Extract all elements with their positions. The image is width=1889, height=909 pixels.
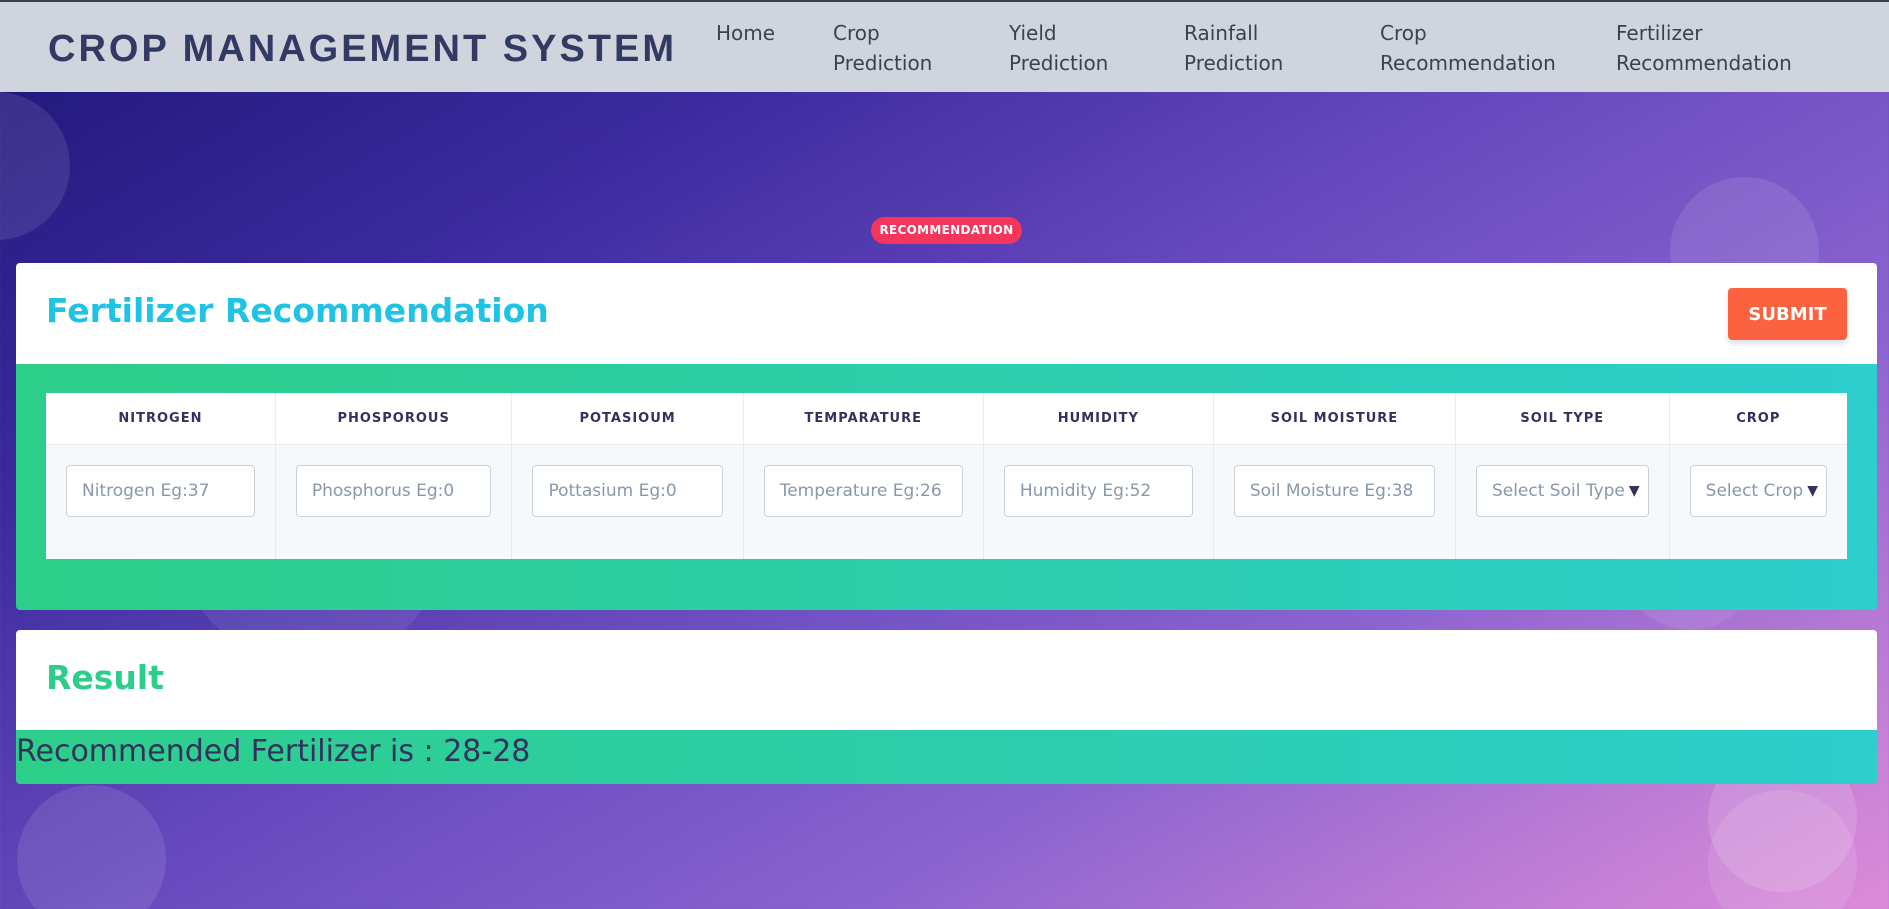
column-header-potassium: POTASIOUM [511,393,744,445]
table-cell: Phosphorus Eg:0 [275,444,513,559]
nav-crop-recommendation[interactable]: Crop Recommendation [1380,18,1556,78]
nav-label: Prediction [833,51,933,75]
nav-label: Recommendation [1380,51,1556,75]
nav-label: Yield [1009,21,1057,45]
column-header-humidity: HUMIDITY [983,393,1214,445]
table-cell: Select Soil Type ▼ [1455,444,1670,559]
result-title: Result [46,658,165,697]
table-cell: Humidity Eg:52 [983,444,1214,559]
nav-label: Rainfall [1184,21,1259,45]
temperature-input[interactable]: Temperature Eg:26 [763,464,963,517]
soil-moisture-input[interactable]: Soil Moisture Eg:38 [1233,464,1435,517]
input-table: NITROGEN PHOSPOROUS POTASIOUM TEMPARATUR… [46,393,1847,559]
decorative-circle [0,92,70,240]
crop-select-value: Select Crop [1705,480,1804,501]
form-card-header: Fertilizer Recommendation SUBMIT [16,263,1877,364]
crop-select[interactable]: Select Crop ▼ [1689,464,1827,517]
result-card-body: Recommended Fertilizer is : 28-28 [16,730,1877,784]
table-cell: Soil Moisture Eg:38 [1213,444,1456,559]
potassium-input[interactable]: Pottasium Eg:0 [532,464,723,517]
nav-label: Crop [1380,21,1427,45]
table-header-row: NITROGEN PHOSPOROUS POTASIOUM TEMPARATUR… [46,393,1847,445]
table-row: Nitrogen Eg:37 Phosphorus Eg:0 Pottasium… [46,444,1847,559]
column-header-soil-moisture: SOIL MOISTURE [1213,393,1456,445]
table-cell: Pottasium Eg:0 [511,444,744,559]
page-title: Fertilizer Recommendation [46,291,549,330]
soil-type-select[interactable]: Select Soil Type ▼ [1475,464,1649,517]
submit-button[interactable]: SUBMIT [1728,288,1847,340]
nav-label: Recommendation [1616,51,1792,75]
table-cell: Temperature Eg:26 [743,444,984,559]
nav-yield-prediction[interactable]: Yield Prediction [1009,18,1108,78]
brand-title[interactable]: CROP MANAGEMENT SYSTEM [48,28,677,71]
chevron-down-icon: ▼ [1807,482,1818,499]
nav-home[interactable]: Home [716,18,775,48]
form-card-body: NITROGEN PHOSPOROUS POTASIOUM TEMPARATUR… [16,364,1877,610]
nav-rainfall-prediction[interactable]: Rainfall Prediction [1184,18,1283,78]
column-header-crop: CROP [1669,393,1847,445]
chevron-down-icon: ▼ [1628,482,1640,499]
nav-crop-prediction[interactable]: Crop Prediction [833,18,932,78]
table-cell: Nitrogen Eg:37 [46,444,276,559]
nav-label: Prediction [1184,51,1284,75]
nav-fertilizer-recommendation[interactable]: Fertilizer Recommendation [1616,18,1792,78]
result-text: Recommended Fertilizer is : 28-28 [16,734,531,769]
humidity-input[interactable]: Humidity Eg:52 [1003,464,1193,517]
column-header-temperature: TEMPARATURE [743,393,984,445]
nav-label: Prediction [1009,51,1109,75]
column-header-phosphorous: PHOSPOROUS [275,393,513,445]
column-header-soil-type: SOIL TYPE [1455,393,1670,445]
nav-label: Home [716,21,776,45]
result-card-header: Result [16,630,1877,730]
decorative-circle [17,785,166,909]
nav-label: Fertilizer [1616,21,1703,45]
phosphorus-input[interactable]: Phosphorus Eg:0 [295,464,492,517]
top-navbar: CROP MANAGEMENT SYSTEM Home Crop Predict… [0,0,1889,92]
nitrogen-input[interactable]: Nitrogen Eg:37 [66,464,255,517]
table-cell: Select Crop ▼ [1669,444,1847,559]
soil-type-select-value: Select Soil Type [1491,480,1625,501]
nav-label: Crop [833,21,880,45]
column-header-nitrogen: NITROGEN [46,393,276,445]
section-badge: RECOMMENDATION [871,217,1022,244]
